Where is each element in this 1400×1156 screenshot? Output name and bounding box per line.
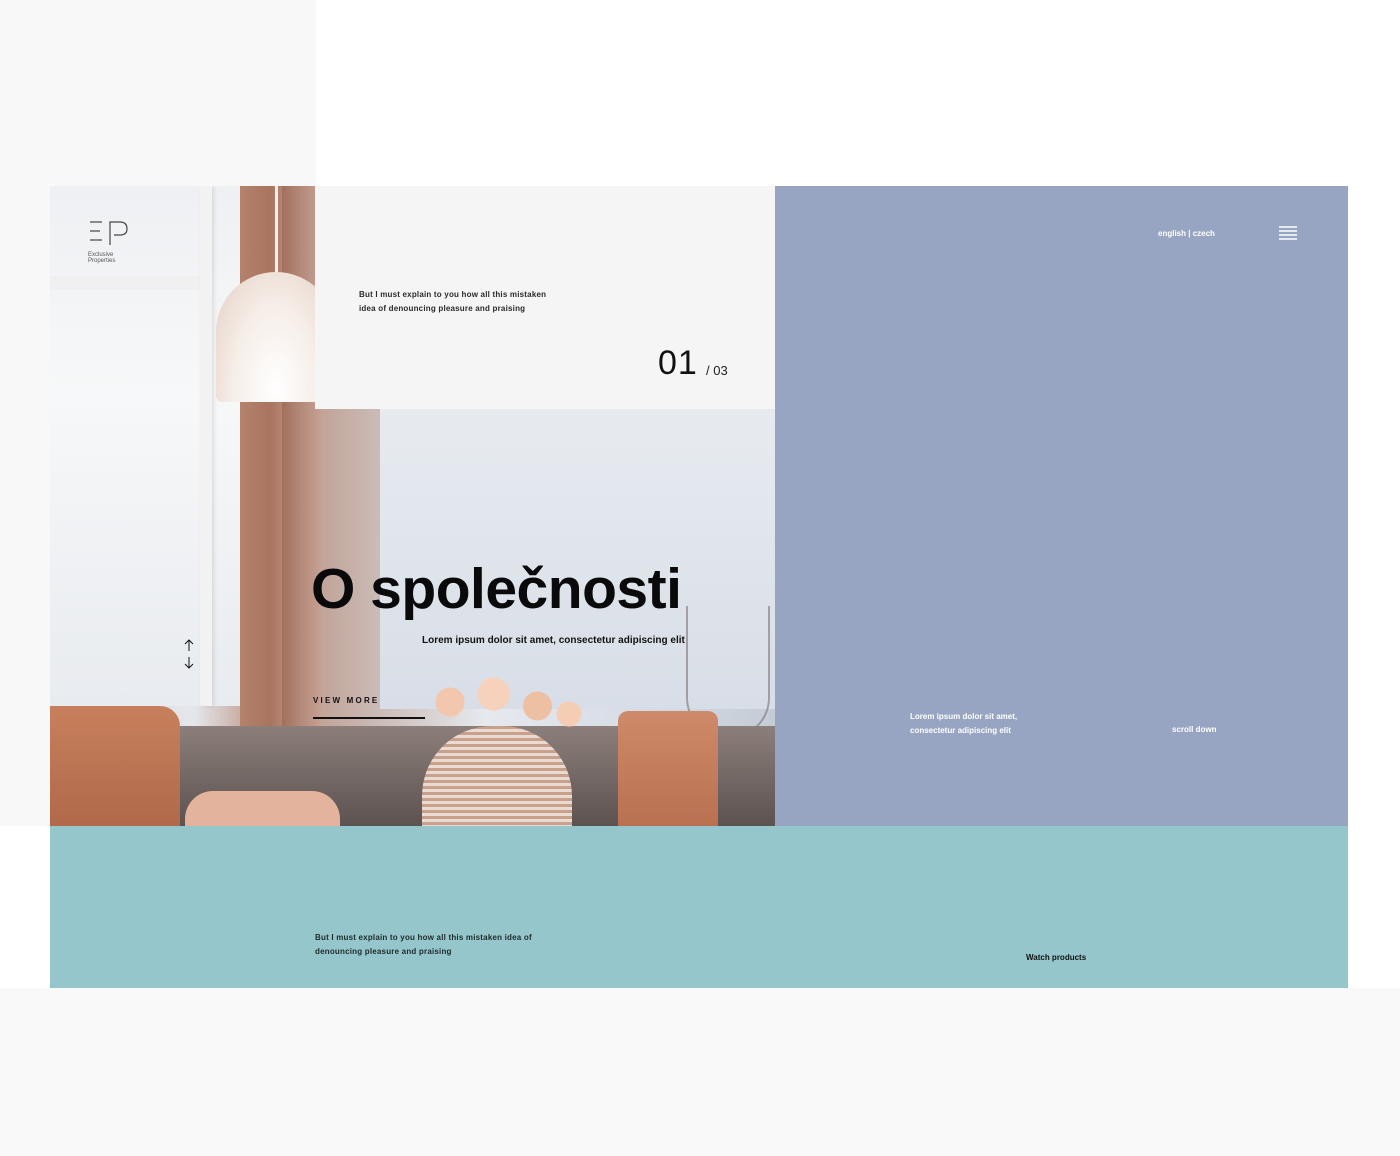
slide-counter-total: / 03 (706, 363, 728, 378)
hero-subtitle: Lorem ipsum dolor sit amet, consectetur … (422, 635, 685, 646)
scroll-down-link[interactable]: scroll down (1172, 725, 1216, 734)
intro-card: But I must explain to you how all this m… (315, 186, 775, 409)
logo-text-line2: Properties (88, 258, 116, 264)
side-panel-text: Lorem ipsum dolor sit amet, consectetur … (910, 712, 1018, 735)
watch-products-link[interactable]: Watch products (1026, 953, 1086, 962)
side-panel: english | czech Lorem ipsum dolor sit am… (775, 186, 1348, 826)
scroll-arrows-icon[interactable] (183, 638, 195, 670)
view-more-button[interactable]: VIEW MORE (313, 696, 379, 705)
footer-band: But I must explain to you how all this m… (50, 826, 1348, 988)
slide-counter-current: 01 (658, 344, 698, 382)
view-more-underline (313, 717, 425, 719)
intro-text: But I must explain to you how all this m… (359, 290, 547, 313)
logo-text: Exclusive Properties (88, 252, 115, 264)
page-background-bottom (0, 988, 1400, 1156)
page-title: O společnosti (311, 557, 682, 621)
hamburger-menu-icon[interactable] (1279, 226, 1299, 240)
language-switch[interactable]: english | czech (1158, 229, 1215, 238)
footer-band-text: But I must explain to you how all this m… (315, 933, 532, 956)
